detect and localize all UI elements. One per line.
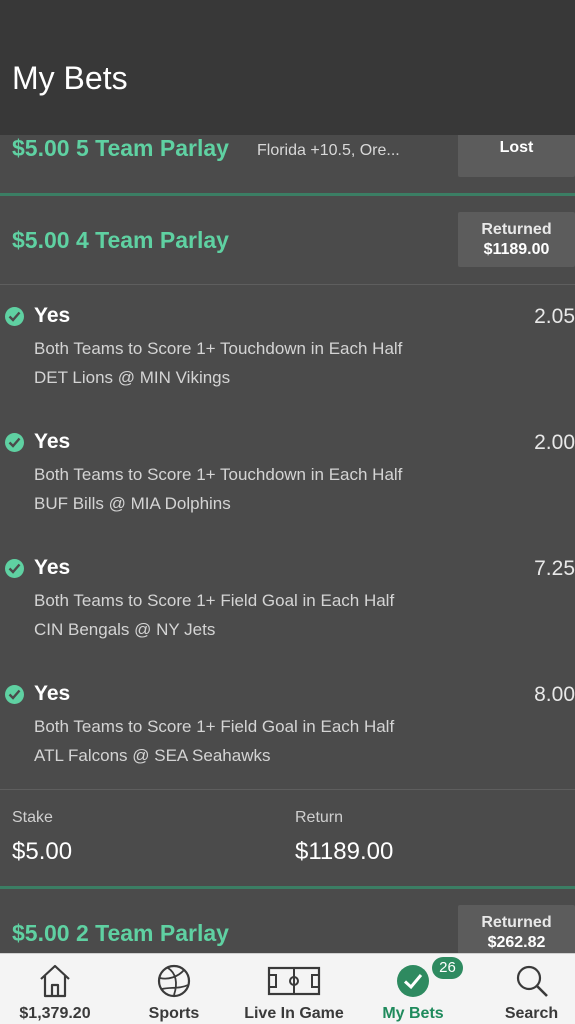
status-label: Returned [481, 221, 552, 238]
selection-item: Yes 7.25 Both Teams to Score 1+ Field Go… [0, 536, 575, 662]
selection-pick: Yes [34, 430, 71, 453]
selection-item: Yes 2.05 Both Teams to Score 1+ Touchdow… [0, 284, 575, 410]
check-circle-icon [5, 433, 24, 452]
bet-description: Florida +10.5, Ore... [257, 142, 400, 159]
selection-event: CIN Bengals @ NY Jets [34, 620, 216, 639]
selection-odds: 2.05 [534, 305, 575, 328]
bet-status-badge: Lost [458, 135, 575, 177]
check-circle-icon [5, 307, 24, 326]
selection-market: Both Teams to Score 1+ Field Goal in Eac… [34, 717, 395, 736]
search-icon [514, 963, 550, 1004]
field-icon [267, 963, 321, 1002]
home-icon [38, 963, 72, 1004]
selection-market: Both Teams to Score 1+ Touchdown in Each… [34, 339, 403, 358]
stake-value: $5.00 [12, 838, 73, 865]
status-label: Returned [481, 914, 552, 931]
stake-label: Stake [12, 809, 53, 826]
return-value: $1189.00 [295, 838, 394, 865]
selection-market: Both Teams to Score 1+ Field Goal in Eac… [34, 591, 395, 610]
bets-list[interactable]: $5.00 5 Team Parlay Florida +10.5, Ore..… [0, 135, 575, 953]
tab-live-in-game[interactable]: Live In Game [232, 954, 356, 1024]
selection-event: DET Lions @ MIN Vikings [34, 368, 231, 387]
tab-label: $1,379.20 [19, 1005, 91, 1022]
selection-pick: Yes [34, 682, 71, 705]
bet-card-4-team-parlay[interactable]: $5.00 4 Team Parlay Returned $1189.00 Ye… [0, 196, 575, 886]
bet-title: $5.00 5 Team Parlay [12, 135, 229, 161]
bet-title: $5.00 4 Team Parlay [12, 227, 229, 253]
my-bets-count-badge: 26 [432, 957, 463, 979]
selection-event: BUF Bills @ MIA Dolphins [34, 494, 231, 513]
bet-header[interactable]: $5.00 4 Team Parlay Returned $1189.00 [0, 196, 575, 284]
tab-label: Search [504, 1005, 559, 1022]
page-title: My Bets [12, 60, 128, 96]
selection-odds: 8.00 [534, 683, 575, 706]
selection-pick: Yes [34, 556, 71, 579]
selection-market: Both Teams to Score 1+ Touchdown in Each… [34, 465, 403, 484]
selection-item: Yes 2.00 Both Teams to Score 1+ Touchdow… [0, 410, 575, 536]
selection-odds: 2.00 [534, 431, 575, 454]
bet-status-badge: Returned $262.82 [458, 905, 575, 953]
bottom-tab-bar: $1,379.20 Sports Live In Game My Bets Se… [0, 953, 575, 1024]
selection-odds: 7.25 [534, 557, 575, 580]
check-circle-icon [5, 559, 24, 578]
check-circle-icon [395, 963, 431, 1004]
ball-icon [156, 963, 192, 1004]
return-label: Return [295, 809, 344, 826]
bet-card-2-team-parlay[interactable]: $5.00 2 Team Parlay Returned $262.82 [0, 889, 575, 953]
tab-label: My Bets [382, 1005, 444, 1022]
bet-status-badge: Returned $1189.00 [458, 212, 575, 267]
selection-event: ATL Falcons @ SEA Seahawks [34, 746, 271, 765]
tab-search[interactable]: Search [488, 954, 575, 1024]
bet-title: $5.00 2 Team Parlay [12, 920, 229, 946]
stake-return-summary: Stake $5.00 Return $1189.00 [0, 790, 575, 886]
tab-label: Sports [148, 1005, 200, 1022]
bet-card-5-team-parlay[interactable]: $5.00 5 Team Parlay Florida +10.5, Ore..… [0, 135, 575, 193]
status-amount: $1189.00 [483, 241, 550, 258]
tab-label: Live In Game [244, 1005, 344, 1022]
selection-pick: Yes [34, 304, 71, 327]
status-amount: $262.82 [487, 934, 546, 951]
app-header: My Bets [0, 0, 575, 135]
check-circle-icon [5, 685, 24, 704]
tab-sports[interactable]: Sports [120, 954, 228, 1024]
selection-item: Yes 8.00 Both Teams to Score 1+ Field Go… [0, 662, 575, 788]
tab-account-balance[interactable]: $1,379.20 [0, 954, 110, 1024]
